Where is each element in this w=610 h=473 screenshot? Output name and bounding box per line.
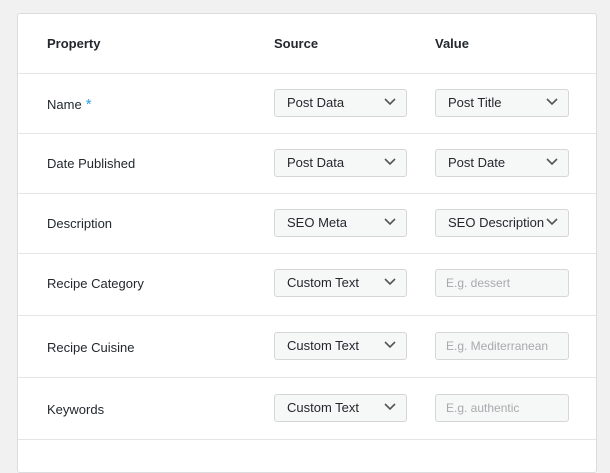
property-label: Recipe Category	[47, 276, 144, 291]
value-text-input[interactable]	[435, 394, 569, 422]
chevron-down-icon	[546, 158, 558, 166]
header-source: Source	[274, 36, 319, 51]
chevron-down-icon	[384, 278, 396, 286]
source-select-value: Custom Text	[287, 338, 360, 353]
chevron-down-icon	[546, 98, 558, 106]
property-label: Keywords	[47, 402, 105, 417]
table-row: Recipe Cuisine Custom Text	[18, 316, 596, 378]
value-text-input[interactable]	[435, 269, 569, 297]
source-select-value: SEO Meta	[287, 215, 347, 230]
value-select-value: Post Date	[448, 155, 506, 170]
chevron-down-icon	[384, 218, 396, 226]
property-label: Recipe Cuisine	[47, 340, 135, 355]
source-select-value: Custom Text	[287, 400, 360, 415]
source-select[interactable]: Custom Text	[274, 269, 407, 297]
table-row: Recipe Category Custom Text	[18, 254, 596, 316]
table-row: Keywords Custom Text	[18, 378, 596, 440]
schema-properties-panel: Property Source Value Name * Post Data Po…	[17, 13, 597, 473]
value-select[interactable]: Post Date	[435, 149, 569, 177]
property-label: Name *	[47, 96, 92, 113]
table-row: Description SEO Meta SEO Description	[18, 194, 596, 254]
value-select-value: Post Title	[448, 95, 502, 110]
property-label: Date Published	[47, 156, 136, 171]
chevron-down-icon	[384, 341, 396, 349]
value-select-value: SEO Description	[448, 215, 545, 230]
table-row: Date Published Post Data Post Date	[18, 134, 596, 194]
table-row: Name * Post Data Post Title	[18, 74, 596, 134]
source-select-value: Post Data	[287, 155, 345, 170]
chevron-down-icon	[384, 158, 396, 166]
source-select[interactable]: Custom Text	[274, 332, 407, 360]
header-value: Value	[435, 36, 469, 51]
chevron-down-icon	[546, 218, 558, 226]
source-select[interactable]: Post Data	[274, 149, 407, 177]
chevron-down-icon	[384, 403, 396, 411]
chevron-down-icon	[384, 98, 396, 106]
source-select-value: Custom Text	[287, 275, 360, 290]
value-text-input[interactable]	[435, 332, 569, 360]
value-select[interactable]: SEO Description	[435, 209, 569, 237]
value-select[interactable]: Post Title	[435, 89, 569, 117]
source-select-value: Post Data	[287, 95, 345, 110]
table-header: Property Source Value	[18, 14, 596, 74]
source-select[interactable]: Custom Text	[274, 394, 407, 422]
source-select[interactable]: SEO Meta	[274, 209, 407, 237]
header-property: Property	[47, 36, 101, 51]
source-select[interactable]: Post Data	[274, 89, 407, 117]
property-label: Description	[47, 216, 113, 231]
required-asterisk-icon: *	[85, 96, 92, 113]
